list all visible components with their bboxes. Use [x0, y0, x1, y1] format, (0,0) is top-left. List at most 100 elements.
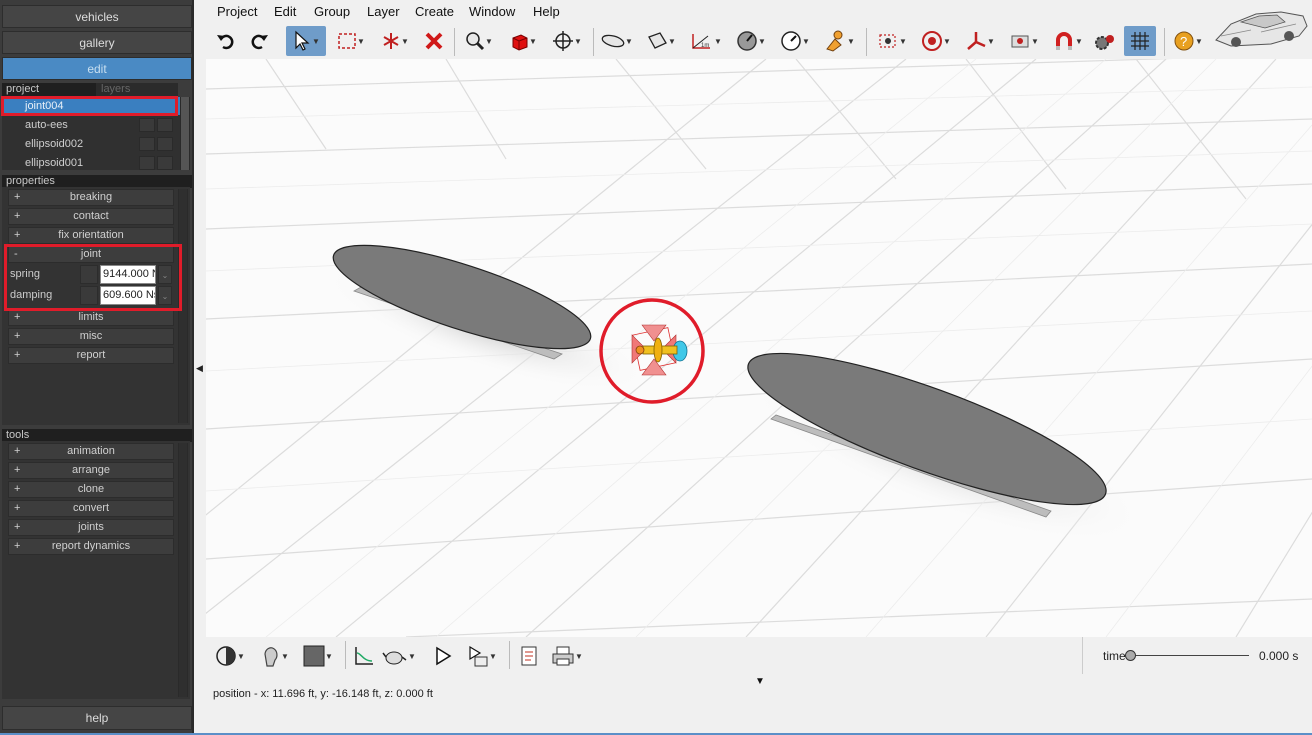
section-fix-orientation[interactable]: + fix orientation [8, 227, 174, 244]
time-slider[interactable] [1131, 655, 1249, 656]
teapot-icon [382, 651, 407, 665]
edit-button[interactable]: edit [2, 57, 192, 80]
report-icon [521, 646, 537, 666]
visibility-toggle[interactable] [139, 137, 155, 151]
undo-icon [217, 34, 234, 50]
lock-toggle[interactable] [157, 156, 173, 170]
step-play-button[interactable]: ▼ [464, 641, 500, 671]
visibility-toggle[interactable] [139, 118, 155, 132]
highlight-box [4, 244, 182, 311]
magnet-button[interactable]: ▼ [1050, 26, 1086, 56]
menu-group[interactable]: Group [314, 4, 350, 19]
print-icon [552, 646, 574, 666]
teapot-button[interactable]: ▼ [381, 641, 417, 671]
box-select-button[interactable]: ▼ [334, 26, 368, 56]
delete-button[interactable] [422, 26, 446, 56]
head-view-button[interactable]: ▼ [256, 641, 292, 671]
measure-button[interactable]: 1m ▼ [688, 26, 724, 56]
project-item-label: ellipsoid001 [25, 157, 84, 169]
menu-edit[interactable]: Edit [274, 4, 296, 19]
collapse-panel-arrow[interactable]: ◀ [196, 362, 206, 374]
color-swatch-icon [303, 645, 325, 667]
project-item-ellipsoid002[interactable]: ellipsoid002 [2, 135, 180, 153]
axes-button[interactable]: ▼ [378, 26, 412, 56]
tool-arrange[interactable]: + arrange [8, 462, 174, 479]
expand-arrow-icon[interactable]: ▼ [755, 676, 765, 687]
lock-toggle[interactable] [157, 118, 173, 132]
play-icon [436, 646, 452, 666]
undo-button[interactable] [214, 26, 236, 56]
bottom-bar: ▼ ▼ ▼ ▼ ▼ ▼ time 0.000 s ▼ position - x:… [206, 637, 1312, 735]
cube-button[interactable]: ▼ [506, 26, 540, 56]
zoom-button[interactable]: ▼ [462, 26, 496, 56]
graph-icon [355, 647, 373, 665]
menu-layer[interactable]: Layer [367, 4, 400, 19]
visibility-toggle[interactable] [139, 156, 155, 170]
section-limits[interactable]: + limits [8, 309, 174, 326]
cube-icon [512, 34, 528, 51]
zoom-icon [466, 32, 485, 51]
select-tool-button[interactable]: ▼ [286, 26, 326, 56]
project-item-label: auto-ees [25, 119, 68, 131]
speedometer-icon [781, 31, 801, 51]
section-breaking[interactable]: + breaking [8, 189, 174, 206]
ellipsoid-button[interactable]: ▼ [600, 26, 634, 56]
menu-window[interactable]: Window [469, 4, 515, 19]
tool-report-dynamics[interactable]: + report dynamics [8, 538, 174, 555]
tool-joints[interactable]: + joints [8, 519, 174, 536]
project-tab[interactable]: project [2, 83, 96, 96]
record-icon [1011, 35, 1029, 48]
position-readout: position - x: 11.696 ft, y: -16.148 ft, … [213, 688, 433, 700]
play-button[interactable] [430, 641, 456, 671]
settings-button[interactable] [1092, 26, 1118, 56]
top-toolbar: Project Edit Group Layer Create Window H… [206, 0, 1312, 59]
delete-icon [425, 32, 443, 50]
help-icon-button[interactable]: ? ▼ [1170, 26, 1206, 56]
camera-button[interactable]: ▼ [874, 26, 910, 56]
highlight-box [1, 96, 178, 116]
car-logo-icon [1215, 11, 1308, 47]
axis-button[interactable]: ▼ [962, 26, 998, 56]
tools-panel: + animation + arrange + clone + convert + joi… [2, 441, 190, 699]
print-button[interactable]: ▼ [548, 641, 586, 671]
tool-clone[interactable]: + clone [8, 481, 174, 498]
shading-button[interactable]: ▼ [212, 641, 248, 671]
tool-convert[interactable]: + convert [8, 500, 174, 517]
target-button[interactable]: ▼ [918, 26, 954, 56]
project-item-ellipsoid001[interactable]: ellipsoid001 [2, 154, 180, 172]
project-item-auto-ees[interactable]: auto-ees [2, 116, 180, 134]
menu-help[interactable]: Help [533, 4, 560, 19]
section-misc[interactable]: + misc [8, 328, 174, 345]
select-arrow-icon [295, 30, 310, 51]
puppet-button[interactable]: ▼ [820, 26, 858, 56]
gallery-button[interactable]: gallery [2, 31, 192, 54]
grid-icon [1131, 32, 1149, 50]
tool-animation[interactable]: + animation [8, 443, 174, 460]
redo-button[interactable] [249, 26, 271, 56]
move-button[interactable]: ▼ [550, 26, 584, 56]
box-select-icon [338, 33, 356, 49]
gauge-button[interactable]: ▼ [734, 26, 768, 56]
speedometer-button[interactable]: ▼ [778, 26, 812, 56]
section-contact[interactable]: + contact [8, 208, 174, 225]
menu-create[interactable]: Create [415, 4, 454, 19]
tools-scrollbar[interactable] [178, 443, 188, 697]
help-button[interactable]: help [2, 706, 192, 730]
plane-button[interactable]: ▼ [644, 26, 678, 56]
record-button[interactable]: ▼ [1006, 26, 1042, 56]
project-scrollbar[interactable] [180, 97, 190, 170]
vehicles-button[interactable]: vehicles [2, 5, 192, 28]
gear-icon [1095, 35, 1114, 50]
shading-icon [216, 646, 236, 666]
section-report[interactable]: + report [8, 347, 174, 364]
lock-toggle[interactable] [157, 137, 173, 151]
menu-project[interactable]: Project [217, 4, 257, 19]
background-color-button[interactable]: ▼ [300, 641, 336, 671]
3d-viewport[interactable] [206, 59, 1312, 637]
layers-tab[interactable]: layers [96, 83, 178, 96]
grid-toggle-button[interactable] [1124, 26, 1156, 56]
scene-canvas[interactable] [206, 59, 1312, 637]
time-slider-knob[interactable] [1125, 650, 1136, 661]
report-button[interactable] [516, 641, 542, 671]
graph-button[interactable] [351, 641, 377, 671]
